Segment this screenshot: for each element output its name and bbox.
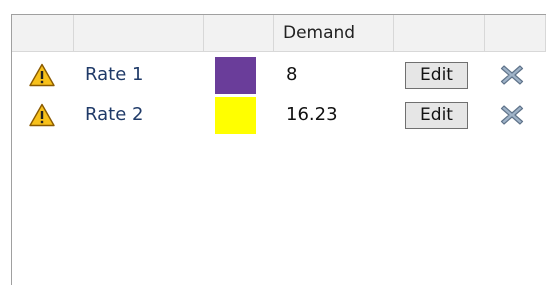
delete-x-icon[interactable] — [500, 104, 524, 126]
header-delete — [485, 15, 546, 51]
header-edit — [394, 15, 485, 51]
table-row[interactable]: Rate 1 8 Edit — [12, 55, 546, 95]
header-color — [204, 15, 274, 51]
demand-value: 16.23 — [286, 104, 338, 125]
rate-name: Rate 2 — [85, 104, 144, 125]
demand-value: 8 — [286, 64, 298, 85]
grid-header: Demand — [12, 15, 546, 52]
table-row[interactable]: Rate 2 16.23 Edit — [12, 95, 546, 135]
edit-button[interactable]: Edit — [405, 62, 468, 89]
header-name — [74, 15, 204, 51]
warning-icon — [29, 63, 55, 87]
rates-grid: Demand Rate 1 8 Edit Rate 2 16.23 Edit — [11, 14, 546, 285]
rate-color-swatch[interactable] — [215, 97, 256, 134]
delete-x-icon[interactable] — [500, 64, 524, 86]
rate-name: Rate 1 — [85, 64, 144, 85]
header-status — [12, 15, 74, 51]
warning-icon — [29, 103, 55, 127]
header-demand: Demand — [274, 15, 394, 51]
edit-button[interactable]: Edit — [405, 102, 468, 129]
rate-color-swatch[interactable] — [215, 57, 256, 94]
